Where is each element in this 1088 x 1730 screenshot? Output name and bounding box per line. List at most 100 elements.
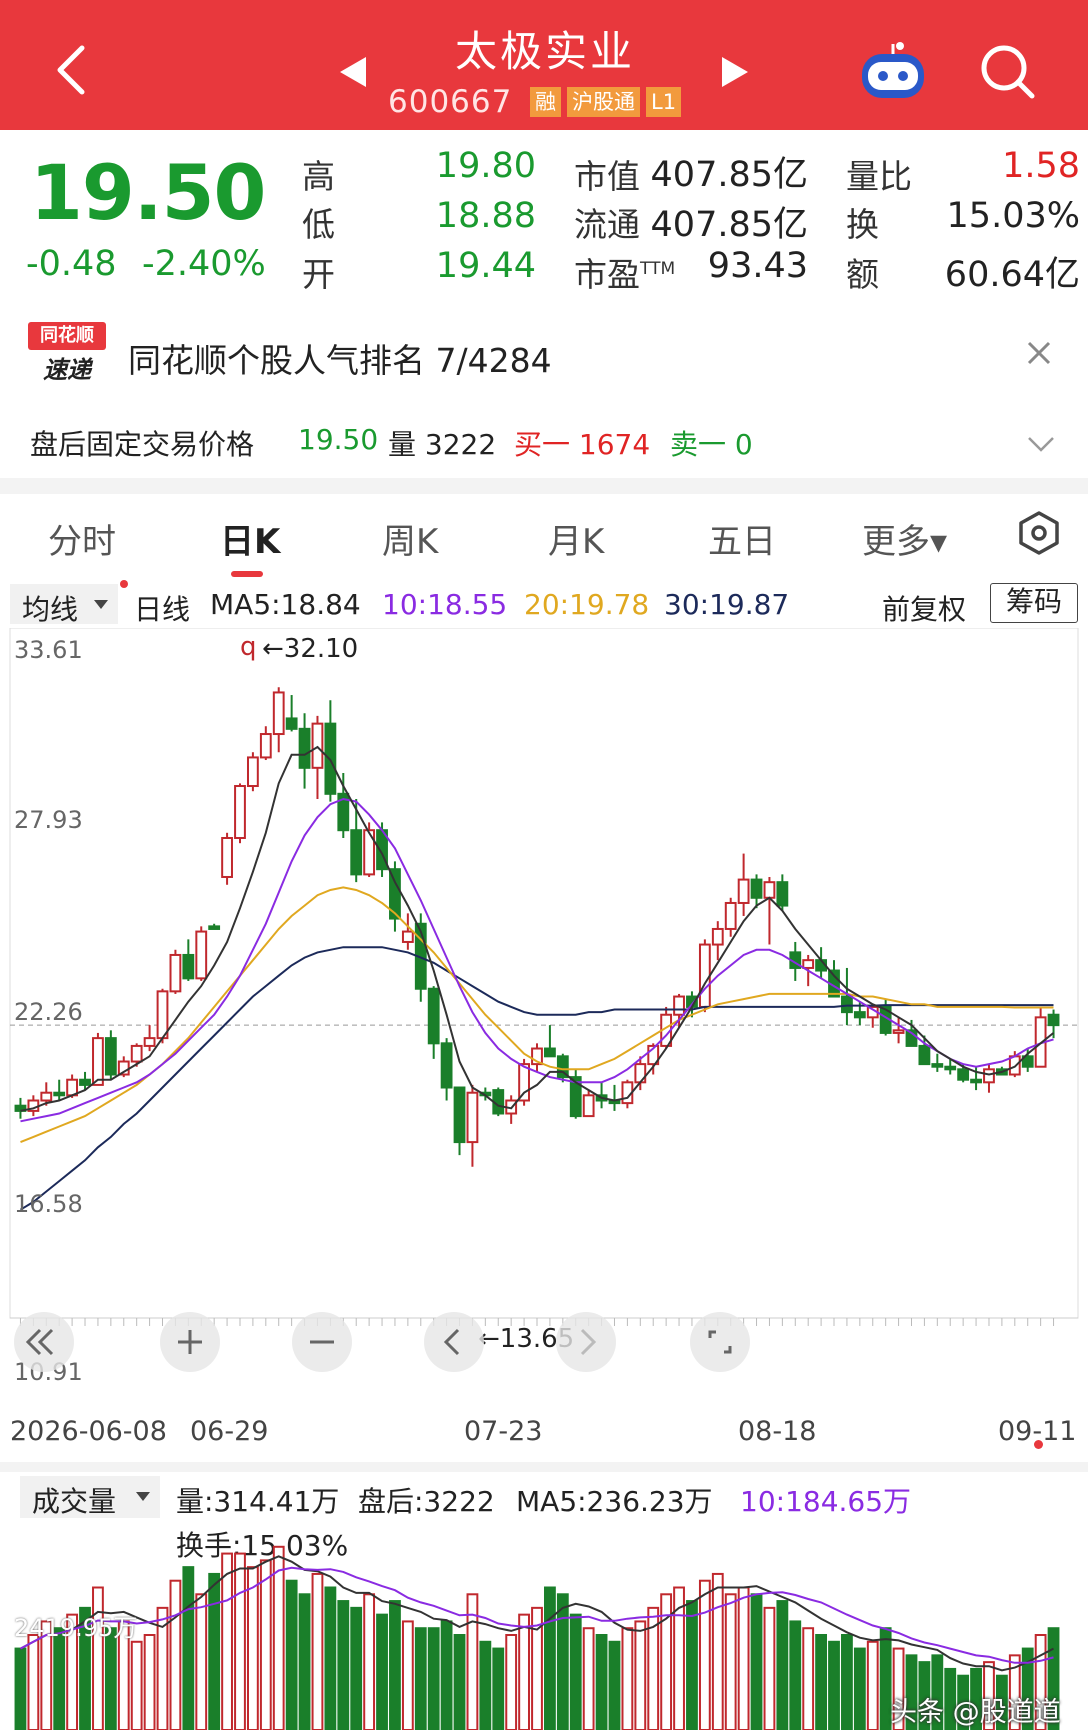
volume-bar <box>453 1634 466 1730</box>
high-value: 19.80 <box>435 146 536 186</box>
after-hours-price: 19.50 <box>298 423 379 456</box>
volume-bar <box>285 1579 298 1730</box>
y-tick-2: 27.93 <box>14 806 83 834</box>
candle-body <box>169 953 182 993</box>
date-tick-4: 08-18 <box>738 1416 817 1447</box>
stock-name: 太极实业 <box>454 27 635 76</box>
candle-body <box>918 1044 931 1066</box>
low-label: 低 <box>302 205 335 244</box>
top-bar: 太极实业 600667 融 沪股通 L1 <box>0 0 1088 130</box>
volume-bar <box>298 1593 311 1730</box>
after-hours-label: 盘后固定交易价格 <box>30 428 255 461</box>
tag-connect: 沪股通 <box>567 87 640 117</box>
candle-body <box>440 1042 453 1089</box>
max-marker-q: q <box>240 632 257 662</box>
volume-bar <box>337 1600 350 1730</box>
candle-body <box>776 881 789 907</box>
volume-bar <box>853 1647 866 1730</box>
tab-five-day[interactable]: 五日 <box>708 514 776 563</box>
volume-bar <box>53 1627 66 1730</box>
zoom-in-button[interactable] <box>160 1312 220 1372</box>
tag-margin: 融 <box>530 87 561 117</box>
volume-bar <box>841 1634 853 1730</box>
volume-bar <box>221 1552 233 1730</box>
volume-bar <box>246 1566 259 1730</box>
candle-body <box>892 1029 905 1034</box>
candle-body <box>246 756 259 788</box>
close-icon[interactable] <box>1026 340 1052 366</box>
tab-intraday[interactable]: 分时 <box>48 514 116 563</box>
red-dot-badge <box>120 580 128 588</box>
volume-ma10: 10:184.65万 <box>740 1485 912 1518</box>
watermark: 头条 @股道道 <box>890 1697 1061 1728</box>
tab-monthly-k[interactable]: 月K <box>548 514 604 563</box>
candle-body <box>53 1091 66 1097</box>
turnover-value: 15.03% <box>946 196 1080 236</box>
candle-body <box>957 1068 970 1081</box>
open-value: 19.44 <box>435 246 536 286</box>
y-tick-4: 16.58 <box>14 1190 83 1218</box>
volume-bar <box>544 1586 556 1730</box>
candle-body <box>931 1063 944 1068</box>
current-date-dot <box>1034 1440 1043 1449</box>
candle-body <box>802 959 815 969</box>
price-change-pct: -2.40% <box>142 244 266 284</box>
mcap-label: 市值 <box>574 157 640 196</box>
candle-body <box>143 1037 156 1047</box>
stock-tags: 融 沪股通 L1 <box>530 87 682 117</box>
volume-bar <box>272 1545 285 1730</box>
candle-body <box>841 995 853 1014</box>
indicator-dropdown-label: 均线 <box>22 593 79 626</box>
volume-bar <box>350 1606 363 1730</box>
zoom-out-button[interactable] <box>292 1312 352 1372</box>
candle-body <box>130 1044 143 1063</box>
next-stock-icon[interactable] <box>720 55 750 89</box>
scroll-left-button[interactable] <box>14 1312 74 1372</box>
candle-body <box>104 1037 117 1076</box>
chevron-right-icon <box>580 1328 597 1356</box>
tab-more[interactable]: 更多▾ <box>862 514 947 563</box>
ma20-value: 20:19.78 <box>524 588 650 621</box>
candle-body <box>285 717 298 730</box>
candle-body <box>466 1091 479 1144</box>
candle-body <box>853 1011 866 1019</box>
fullscreen-button[interactable] <box>690 1312 750 1372</box>
tab-weekly-k[interactable]: 周K <box>382 514 438 563</box>
candle-body <box>724 901 737 930</box>
news-headline[interactable]: 同花顺个股人气排名 7/4284 <box>128 334 552 382</box>
tab-daily-k[interactable]: 日K <box>220 514 280 563</box>
candle-body <box>92 1037 104 1086</box>
caret-down-icon <box>136 1492 150 1501</box>
back-arrow-icon[interactable] <box>52 44 92 96</box>
news-logo-bottom: 速递 <box>43 356 91 384</box>
next-button[interactable] <box>556 1312 616 1372</box>
candle-body <box>944 1065 957 1071</box>
adjust-mode[interactable]: 前复权 <box>882 588 966 628</box>
search-icon[interactable] <box>978 42 1038 102</box>
candle-body <box>427 987 440 1045</box>
volume-bar <box>208 1572 221 1730</box>
volume-bar <box>440 1620 453 1730</box>
volume-bar <box>518 1613 530 1730</box>
robot-assistant-icon[interactable] <box>858 40 928 102</box>
volume-bar <box>828 1640 840 1730</box>
open-label: 开 <box>302 255 335 294</box>
prev-stock-icon[interactable] <box>338 55 368 89</box>
candle-body <box>737 878 750 904</box>
float-value: 407.85亿 <box>650 205 808 245</box>
previous-button[interactable] <box>424 1312 484 1372</box>
candlestick-chart[interactable] <box>0 628 1088 1398</box>
volume-bar <box>182 1566 195 1730</box>
amount-value: 60.64亿 <box>944 255 1080 295</box>
stock-detail-screen: { "header": { "stock_name": "太极实业", "sto… <box>0 0 1088 1730</box>
candle-body <box>453 1086 466 1144</box>
volume-bar <box>724 1593 737 1730</box>
after-hours-volume-value: 盘后:3222 <box>358 1485 495 1518</box>
volume-bar <box>143 1634 156 1730</box>
amount-label: 额 <box>846 255 879 294</box>
settings-icon[interactable] <box>1016 510 1062 556</box>
chip-distribution-button[interactable]: 筹码 <box>990 583 1078 623</box>
volume-bar <box>711 1572 724 1730</box>
candle-body <box>544 1047 556 1058</box>
chevron-down-icon[interactable] <box>1026 434 1056 454</box>
